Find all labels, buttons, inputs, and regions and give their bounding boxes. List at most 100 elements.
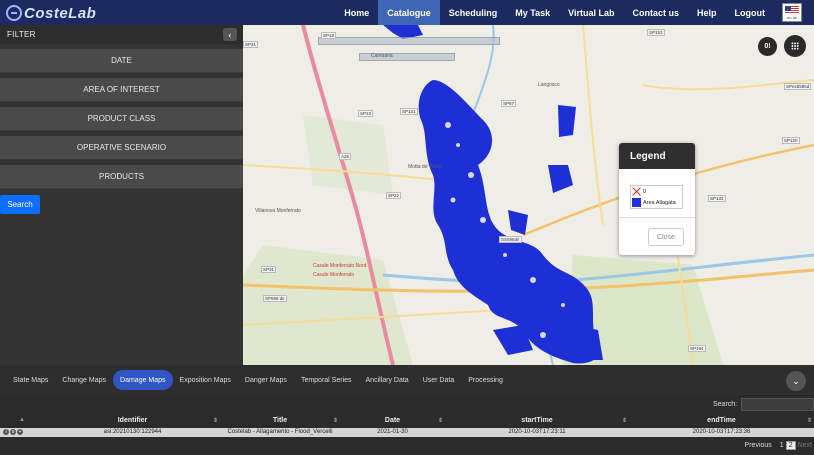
place-label: Langosco xyxy=(538,82,560,88)
globe-icon xyxy=(6,5,22,21)
filter-area-of-interest-button[interactable]: AREA OF INTEREST xyxy=(0,78,243,102)
pagination-previous[interactable]: Previous xyxy=(743,442,774,449)
legend-item: Area Allagata xyxy=(631,197,682,208)
filter-sidebar: FILTER ‹ DATE AREA OF INTEREST PRODUCT C… xyxy=(0,25,243,365)
road-label: A26 xyxy=(339,153,352,160)
apps-grid-button[interactable] xyxy=(784,35,806,57)
grid-icon xyxy=(791,42,799,50)
tab-exposition-maps[interactable]: Exposition Maps xyxy=(173,370,238,390)
place-label: Motta de' Conti xyxy=(408,164,442,170)
road-label: SP121 xyxy=(400,108,418,115)
filter-product-class-button[interactable]: PRODUCT CLASS xyxy=(0,107,243,131)
column-header-date[interactable]: Date ⇕ xyxy=(340,417,445,427)
cell-identifier: asi:20210130:122944 xyxy=(103,429,162,435)
tab-state-maps[interactable]: State Maps xyxy=(6,370,55,390)
pagination-next[interactable]: Next xyxy=(796,442,814,449)
place-label: Casale Monferrato xyxy=(313,272,355,278)
column-header-identifier[interactable]: Identifier ⇕ xyxy=(45,417,220,427)
language-flag-icon[interactable]: en-uk xyxy=(782,3,802,22)
filter-operative-scenario-button[interactable]: OPERATIVE SCENARIO xyxy=(0,136,243,160)
sort-icon: ⇕ xyxy=(806,418,812,424)
road-label: SPex5596d xyxy=(784,83,812,90)
table-search-label: Search: xyxy=(713,401,738,408)
tab-temporal-series[interactable]: Temporal Series xyxy=(294,370,359,390)
filter-header: FILTER ‹ xyxy=(0,25,243,44)
legend-close-button[interactable]: Close xyxy=(648,228,684,246)
language-code: en-uk xyxy=(786,15,797,20)
search-button[interactable]: Search xyxy=(0,195,40,214)
legend-item: 0 xyxy=(631,186,682,197)
road-label: SP87 xyxy=(501,100,517,107)
cell-date: 2021-01-30 xyxy=(377,429,408,435)
tab-change-maps[interactable]: Change Maps xyxy=(55,370,113,390)
nav-help[interactable]: Help xyxy=(688,0,726,25)
nav-scheduling[interactable]: Scheduling xyxy=(440,0,507,25)
road-label: SP120 xyxy=(782,137,800,144)
legend-item-label: 0 xyxy=(643,188,647,195)
filter-products-button[interactable]: PRODUCTS xyxy=(0,165,243,189)
road-label: SP194 xyxy=(688,345,706,352)
collapse-sidebar-button[interactable]: ‹ xyxy=(223,28,237,41)
map-view[interactable]: Caresana Langosco Motta de' Conti Villan… xyxy=(243,25,814,365)
pagination: Previous 1 2 Next xyxy=(743,441,814,450)
sort-icon: ⇕ xyxy=(332,418,338,424)
top-navbar: CosteLab Home Catalogue Scheduling My Ta… xyxy=(0,0,814,25)
column-header-endtime[interactable]: endTime ⇕ xyxy=(629,417,814,427)
legend-items: 0 Area Allagata xyxy=(630,185,683,209)
tab-ancillary-data[interactable]: Ancillary Data xyxy=(359,370,416,390)
place-label: Villanova Monferrato xyxy=(255,208,301,214)
road-label: SP596 dir xyxy=(263,295,287,302)
chevron-left-icon: ‹ xyxy=(228,29,232,40)
road-label: SP31 xyxy=(261,266,277,273)
map-overlay-bar xyxy=(318,37,500,45)
place-label: Casale Monferrato Nord xyxy=(313,263,367,269)
table-row[interactable]: i o + asi:20210130:122944 Costelab - All… xyxy=(0,428,814,437)
road-label: SP133 xyxy=(708,195,726,202)
filter-title: FILTER xyxy=(7,30,36,39)
nav-virtual-lab[interactable]: Virtual Lab xyxy=(559,0,623,25)
main-nav: Home Catalogue Scheduling My Task Virtua… xyxy=(335,0,774,25)
road-label: SS596dir xyxy=(499,236,522,243)
tab-damage-maps[interactable]: Damage Maps xyxy=(113,370,173,390)
cell-endtime: 2020-10-03T17:23:36 xyxy=(692,429,751,435)
table-search-input[interactable] xyxy=(741,398,814,411)
pagination-page[interactable]: 1 xyxy=(778,442,786,449)
road-label: SP31 xyxy=(243,41,259,48)
sort-icon: ⇕ xyxy=(621,418,627,424)
pagination-current-page[interactable]: 2 xyxy=(785,441,796,450)
column-header-title[interactable]: Title ⇕ xyxy=(220,417,340,427)
place-label: Caresana xyxy=(371,53,393,59)
product-tabs: State Maps Change Maps Damage Maps Expos… xyxy=(0,365,814,395)
road-label: SP22 xyxy=(386,192,402,199)
filter-date-button[interactable]: DATE xyxy=(0,49,243,73)
logo-text: CosteLab xyxy=(24,4,97,22)
road-label: SP23 xyxy=(358,110,374,117)
table-header: ▲ Identifier ⇕ Title ⇕ Date ⇕ startTime ⇕ en… xyxy=(0,417,814,427)
column-sort-header[interactable]: ▲ xyxy=(0,417,45,427)
notice-badge-button[interactable]: 0! xyxy=(758,37,777,56)
sort-icon: ⇕ xyxy=(212,418,218,424)
sort-asc-icon: ▲ xyxy=(19,417,25,423)
tab-danger-maps[interactable]: Danger Maps xyxy=(238,370,294,390)
view-icon[interactable]: o xyxy=(10,429,16,435)
nav-contact-us[interactable]: Contact us xyxy=(623,0,688,25)
nav-catalogue[interactable]: Catalogue xyxy=(378,0,440,25)
legend-title: Legend xyxy=(619,143,695,169)
cell-title: Costelab - Allagamento - Flood_Vercelli xyxy=(227,429,333,435)
divider xyxy=(619,217,695,218)
costelab-logo[interactable]: CosteLab xyxy=(6,3,96,23)
nav-my-task[interactable]: My Task xyxy=(506,0,559,25)
zoom-extent-icon[interactable]: + xyxy=(17,429,23,435)
info-icon[interactable]: i xyxy=(3,429,9,435)
tab-processing[interactable]: Processing xyxy=(461,370,510,390)
map-basemap xyxy=(243,25,814,365)
results-table-area: Search: ▲ Identifier ⇕ Title ⇕ Date ⇕ start… xyxy=(0,395,814,455)
nav-home[interactable]: Home xyxy=(335,0,378,25)
nav-logout[interactable]: Logout xyxy=(726,0,775,25)
road-label: SP153 xyxy=(647,29,665,36)
column-header-starttime[interactable]: startTime ⇕ xyxy=(445,417,629,427)
tab-user-data[interactable]: User Data xyxy=(416,370,462,390)
legend-popup: Legend 0 Area Allagata Close xyxy=(619,143,695,255)
row-actions: i o + xyxy=(0,428,45,437)
collapse-panel-button[interactable]: ⌄ xyxy=(786,371,806,391)
